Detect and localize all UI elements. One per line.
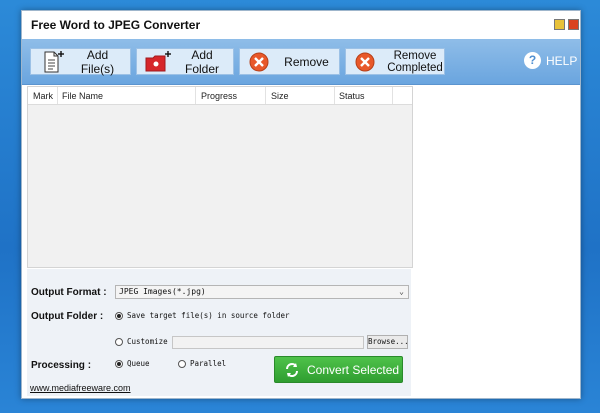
save-target-radio[interactable] <box>115 312 123 320</box>
customize-label[interactable]: Customize <box>127 337 168 346</box>
add-files-label: Add File(s) <box>80 47 115 76</box>
app-window: Free Word to JPEG Converter Add File(s) <box>21 10 581 399</box>
convert-selected-label: Convert Selected <box>307 362 400 377</box>
title-bar: Free Word to JPEG Converter <box>22 11 580 39</box>
file-list-header: Mark File Name Progress Size Status <box>28 87 412 105</box>
remove-x-icon <box>248 51 274 73</box>
file-list[interactable]: Mark File Name Progress Size Status <box>27 86 413 268</box>
column-status[interactable]: Status <box>339 91 365 101</box>
right-panel <box>413 86 579 397</box>
chevron-down-icon: ⌄ <box>399 287 404 296</box>
remove-label: Remove <box>284 54 329 69</box>
window-title: Free Word to JPEG Converter <box>31 18 201 32</box>
help-button[interactable]: ? HELP <box>524 52 577 69</box>
column-mark[interactable]: Mark <box>33 91 53 101</box>
options-panel: Output Format : JPEG Images(*.jpg) ⌄ Out… <box>27 269 411 396</box>
remove-x-icon <box>354 51 380 73</box>
output-folder-label: Output Folder : <box>31 311 104 322</box>
add-files-button[interactable]: Add File(s) <box>30 47 131 76</box>
convert-selected-button[interactable]: Convert Selected <box>274 356 403 383</box>
parallel-label[interactable]: Parallel <box>190 359 226 368</box>
output-format-select[interactable]: JPEG Images(*.jpg) ⌄ <box>115 285 409 299</box>
column-size[interactable]: Size <box>271 91 289 101</box>
add-folder-label: Add Folder <box>184 47 219 76</box>
browse-button[interactable]: Browse... <box>367 335 409 349</box>
column-file-name[interactable]: File Name <box>62 91 103 101</box>
folder-plus-icon <box>145 50 171 73</box>
refresh-arrows-icon <box>284 362 300 378</box>
toolbar: Add File(s) Add Folder Remove Remove Com… <box>22 39 580 85</box>
remove-completed-line1: Remove <box>393 49 437 62</box>
help-label: HELP <box>546 53 578 68</box>
close-button[interactable] <box>568 19 579 30</box>
minimize-button[interactable] <box>554 19 565 30</box>
remove-button[interactable]: Remove <box>239 48 340 75</box>
parallel-radio[interactable] <box>178 360 186 368</box>
document-plus-icon <box>39 50 65 73</box>
save-target-label[interactable]: Save target file(s) in source folder <box>127 311 290 320</box>
customize-radio[interactable] <box>115 338 123 346</box>
queue-radio[interactable] <box>115 360 123 368</box>
remove-completed-label: Remove Completed <box>386 50 444 74</box>
help-question-icon: ? <box>524 52 541 69</box>
processing-label: Processing : <box>31 360 92 371</box>
output-format-label: Output Format : <box>31 287 107 298</box>
remove-completed-button[interactable]: Remove Completed <box>345 48 445 75</box>
output-format-value: JPEG Images(*.jpg) <box>119 287 206 296</box>
remove-completed-line2: Completed <box>387 61 443 74</box>
custom-folder-input[interactable] <box>172 336 364 349</box>
add-folder-button[interactable]: Add Folder <box>136 47 234 76</box>
queue-label[interactable]: Queue <box>127 359 150 368</box>
column-progress[interactable]: Progress <box>201 91 237 101</box>
website-link[interactable]: www.mediafreeware.com <box>30 383 131 393</box>
